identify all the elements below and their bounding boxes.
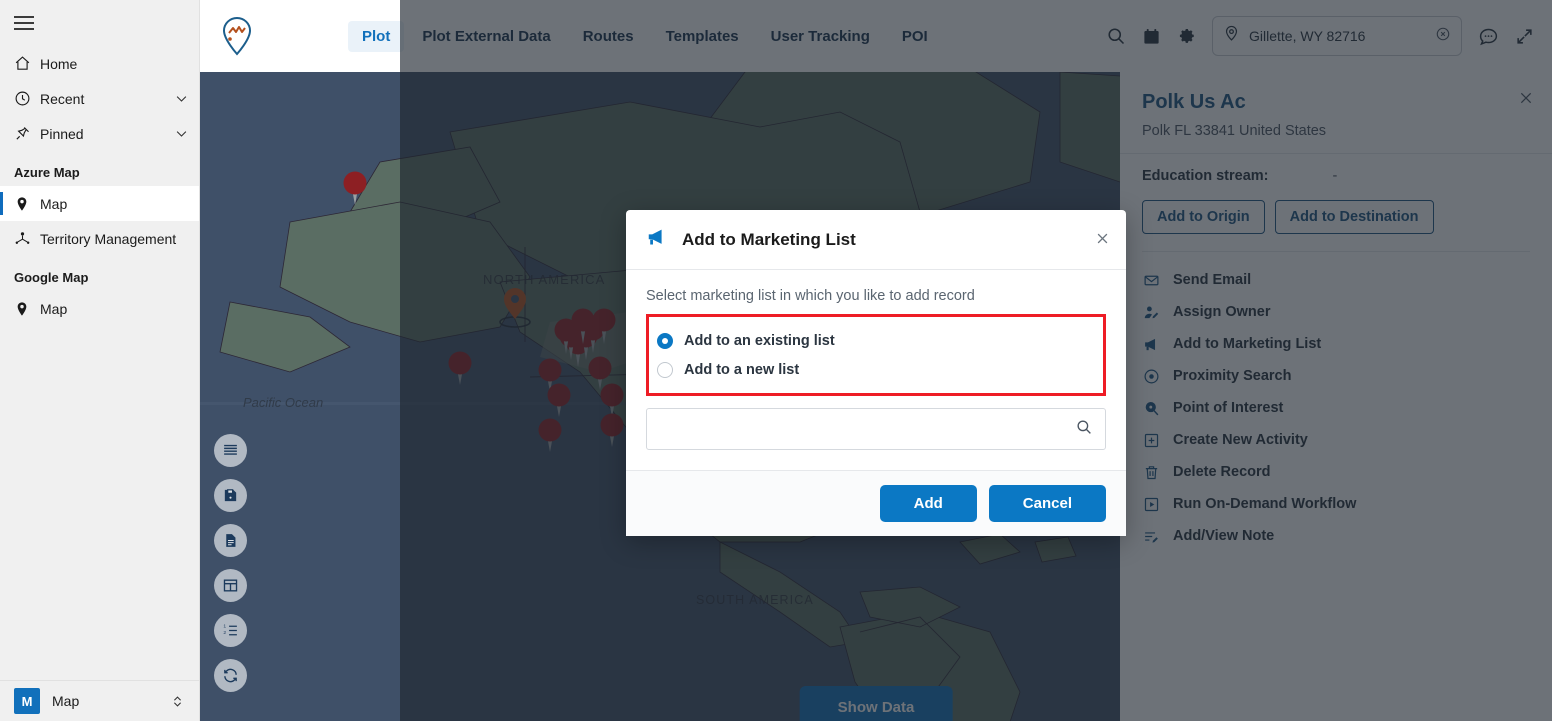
sidebar-item-label: Territory Management: [40, 230, 177, 247]
sidebar-item-label: Map: [40, 300, 68, 317]
marketing-list-search-field[interactable]: [646, 408, 1106, 450]
sidebar-item-azure-map[interactable]: Map: [0, 186, 199, 221]
dialog-header: Add to Marketing List: [626, 210, 1126, 270]
cancel-button[interactable]: Cancel: [988, 485, 1106, 522]
megaphone-icon: [646, 226, 668, 253]
sidebar-item-home[interactable]: Home: [0, 46, 199, 81]
app-switcher-label: Map: [52, 693, 80, 709]
sidebar-item-recent[interactable]: Recent: [0, 81, 199, 116]
dialog-description: Select marketing list in which you like …: [646, 288, 975, 304]
grid-icon[interactable]: [214, 569, 247, 602]
sidebar-item-label: Recent: [40, 90, 85, 107]
clock-icon: [14, 90, 40, 107]
dialog-footer: Add Cancel: [626, 470, 1126, 536]
home-icon: [14, 55, 40, 72]
map-label-pacific-ocean: Pacific Ocean: [243, 395, 324, 410]
option-label: Add to an existing list: [684, 332, 835, 349]
sidebar-group-title-google: Google Map: [14, 270, 89, 285]
close-icon[interactable]: [1095, 230, 1110, 250]
sidebar-item-label: Home: [40, 55, 78, 72]
territory-icon: [14, 230, 40, 247]
legend-icon[interactable]: [214, 434, 247, 467]
chevron-up-down-icon[interactable]: [170, 693, 185, 710]
svg-text:2: 2: [223, 630, 226, 636]
sidebar-item-label: Map: [40, 195, 68, 212]
option-label: Add to a new list: [684, 361, 800, 378]
search-icon[interactable]: [1075, 418, 1093, 441]
option-add-to-existing-list[interactable]: Add to an existing list: [657, 326, 1093, 355]
sidebar-item-territory-management[interactable]: Territory Management: [0, 221, 199, 256]
document-icon[interactable]: [214, 524, 247, 557]
marketing-list-search-input[interactable]: [659, 409, 1075, 449]
ordered-list-icon[interactable]: 1 2: [214, 614, 247, 647]
add-to-marketing-list-dialog: Add to Marketing List Select marketing l…: [626, 210, 1126, 536]
chevron-down-icon[interactable]: [174, 126, 189, 141]
sidebar-group-title-azure: Azure Map: [14, 165, 80, 180]
map-pin-icon: [14, 196, 40, 212]
sidebar-item-google-map[interactable]: Map: [0, 291, 199, 326]
app-switcher[interactable]: M Map: [0, 680, 199, 721]
sidebar-item-label: Pinned: [40, 125, 84, 142]
app-root: Home Recent Pinned Azure Map Map Territo…: [0, 0, 1552, 721]
save-icon[interactable]: [214, 479, 247, 512]
map-toolbar: 1 2: [214, 434, 247, 692]
option-add-to-new-list[interactable]: Add to a new list: [657, 355, 1093, 384]
refresh-icon[interactable]: [214, 659, 247, 692]
chevron-down-icon[interactable]: [174, 91, 189, 106]
svg-text:1: 1: [223, 624, 226, 630]
add-button[interactable]: Add: [879, 485, 977, 522]
tab-plot[interactable]: Plot: [348, 20, 405, 52]
main-area: NORTH AMERICA Pacific Ocean SOUTH AMERIC…: [200, 0, 1552, 721]
radio-new-list[interactable]: [657, 361, 673, 378]
hamburger-wrap: [0, 0, 199, 46]
dialog-body: Select marketing list in which you like …: [626, 270, 1126, 470]
sidebar-item-pinned[interactable]: Pinned: [0, 116, 199, 151]
hamburger-icon[interactable]: [14, 16, 34, 30]
pin-icon: [14, 125, 40, 142]
app-badge: M: [14, 688, 40, 714]
list-option-highlight-box: Add to an existing list Add to a new lis…: [646, 314, 1106, 396]
maplytics-logo[interactable]: [200, 15, 274, 57]
left-sidebar: Home Recent Pinned Azure Map Map Territo…: [0, 0, 200, 721]
map-pin-icon: [14, 301, 40, 317]
radio-existing-list[interactable]: [657, 332, 673, 349]
dialog-title: Add to Marketing List: [682, 229, 856, 249]
